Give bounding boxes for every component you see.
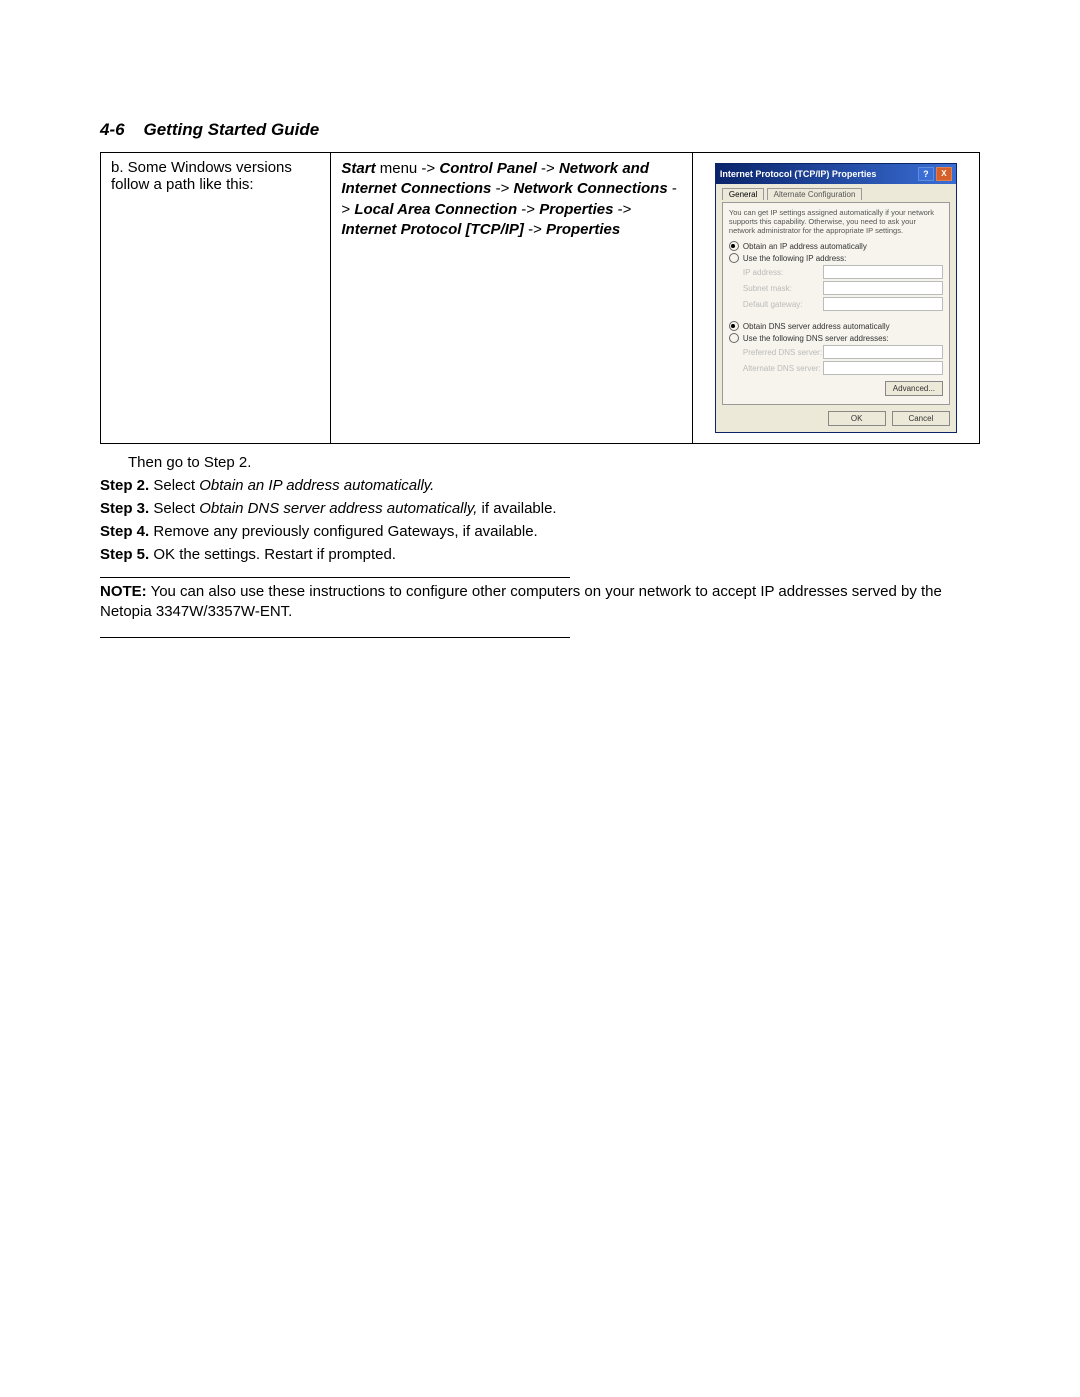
step-text: Select: [149, 500, 199, 517]
page-header-sep: [129, 120, 138, 139]
field-ip: IP address:: [743, 265, 943, 279]
note-label: NOTE:: [100, 583, 147, 600]
field-gateway: Default gateway:: [743, 297, 943, 311]
cancel-button[interactable]: Cancel: [892, 411, 950, 426]
path-tcpip: Internet Protocol [TCP/IP]: [341, 221, 524, 238]
radio-label: Use the following DNS server addresses:: [743, 334, 889, 343]
tab-general[interactable]: General: [722, 188, 764, 200]
dialog-button-row: OK Cancel: [722, 411, 950, 426]
table-cell-right: Internet Protocol (TCP/IP) Properties ? …: [692, 153, 979, 444]
field-dns1: Preferred DNS server:: [743, 345, 943, 359]
radio-label: Obtain DNS server address automatically: [743, 322, 890, 331]
radio-icon: [729, 241, 739, 251]
page-number: 4-6: [100, 120, 125, 139]
note-rule-top: [100, 577, 570, 578]
gateway-input[interactable]: [823, 297, 943, 311]
page-title: Getting Started Guide: [144, 120, 320, 139]
dialog-titlebar: Internet Protocol (TCP/IP) Properties ? …: [716, 164, 956, 184]
dialog-tabs: General Alternate Configuration: [722, 188, 950, 200]
step-4: Step 4. Remove any previously configured…: [100, 523, 980, 540]
navigation-path: Start menu -> Control Panel -> Network a…: [341, 159, 681, 240]
note-body: You can also use these instructions to c…: [100, 583, 942, 620]
dialog-panel: You can get IP settings assigned automat…: [722, 202, 950, 405]
path-sep: ->: [524, 221, 546, 238]
table-cell-left: b. Some Windows versions follow a path l…: [101, 153, 331, 444]
path-control-panel: Control Panel: [439, 160, 537, 177]
step-2: Step 2. Select Obtain an IP address auto…: [100, 477, 980, 494]
path-sep: ->: [491, 180, 513, 197]
path-properties-2: Properties: [546, 221, 620, 238]
page-header: 4-6 Getting Started Guide: [100, 120, 980, 140]
radio-label: Obtain an IP address automatically: [743, 242, 867, 251]
radio-row-dns-auto[interactable]: Obtain DNS server address automatically: [729, 321, 943, 331]
field-label: Alternate DNS server:: [743, 364, 823, 373]
step-text: OK the settings. Restart if prompted.: [149, 546, 396, 563]
step-3: Step 3. Select Obtain DNS server address…: [100, 500, 980, 517]
then-go-to-step2: Then go to Step 2.: [128, 454, 980, 471]
tab-alternate[interactable]: Alternate Configuration: [767, 188, 863, 200]
instruction-table: b. Some Windows versions follow a path l…: [100, 152, 980, 444]
dialog-description: You can get IP settings assigned automat…: [729, 208, 943, 235]
help-icon[interactable]: ?: [918, 167, 934, 181]
dialog-title: Internet Protocol (TCP/IP) Properties: [720, 169, 916, 179]
ip-input[interactable]: [823, 265, 943, 279]
field-label: IP address:: [743, 268, 823, 277]
dialog-body: General Alternate Configuration You can …: [716, 184, 956, 432]
advanced-row: Advanced...: [729, 381, 943, 396]
step-text: Select: [149, 477, 199, 494]
radio-label: Use the following IP address:: [743, 254, 846, 263]
step-label: Step 2.: [100, 477, 149, 494]
field-subnet: Subnet mask:: [743, 281, 943, 295]
path-sep: ->: [517, 201, 539, 218]
radio-icon: [729, 321, 739, 331]
field-label: Preferred DNS server:: [743, 348, 823, 357]
tcpip-dialog: Internet Protocol (TCP/IP) Properties ? …: [715, 163, 957, 433]
path-start: Start: [341, 160, 375, 177]
advanced-button[interactable]: Advanced...: [885, 381, 943, 396]
step-text: Remove any previously configured Gateway…: [149, 523, 538, 540]
radio-row-dns-manual[interactable]: Use the following DNS server addresses:: [729, 333, 943, 343]
note-block: NOTE: You can also use these instruction…: [100, 582, 980, 623]
close-icon[interactable]: X: [936, 167, 952, 181]
step-italic: Obtain DNS server address automatically,: [199, 500, 477, 517]
step-5: Step 5. OK the settings. Restart if prom…: [100, 546, 980, 563]
radio-icon: [729, 253, 739, 263]
radio-icon: [729, 333, 739, 343]
subnet-input[interactable]: [823, 281, 943, 295]
path-sep: ->: [613, 201, 631, 218]
field-dns2: Alternate DNS server:: [743, 361, 943, 375]
path-net-conn: Network Connections: [514, 180, 668, 197]
path-properties-1: Properties: [539, 201, 613, 218]
step-label: Step 3.: [100, 500, 149, 517]
field-label: Subnet mask:: [743, 284, 823, 293]
step-text: if available.: [477, 500, 556, 517]
field-label: Default gateway:: [743, 300, 823, 309]
note-rule-bottom: [100, 637, 570, 638]
radio-row-ip-manual[interactable]: Use the following IP address:: [729, 253, 943, 263]
ok-button[interactable]: OK: [828, 411, 886, 426]
step-italic: Obtain an IP address automatically.: [199, 477, 434, 494]
radio-row-ip-auto[interactable]: Obtain an IP address automatically: [729, 241, 943, 251]
document-page: 4-6 Getting Started Guide b. Some Window…: [0, 0, 1080, 1397]
step-label: Step 4.: [100, 523, 149, 540]
path-sep: menu ->: [376, 160, 440, 177]
step-label: Step 5.: [100, 546, 149, 563]
dns1-input[interactable]: [823, 345, 943, 359]
path-lan: Local Area Connection: [354, 201, 517, 218]
path-sep: ->: [537, 160, 559, 177]
table-cell-middle: Start menu -> Control Panel -> Network a…: [331, 153, 692, 444]
dns2-input[interactable]: [823, 361, 943, 375]
